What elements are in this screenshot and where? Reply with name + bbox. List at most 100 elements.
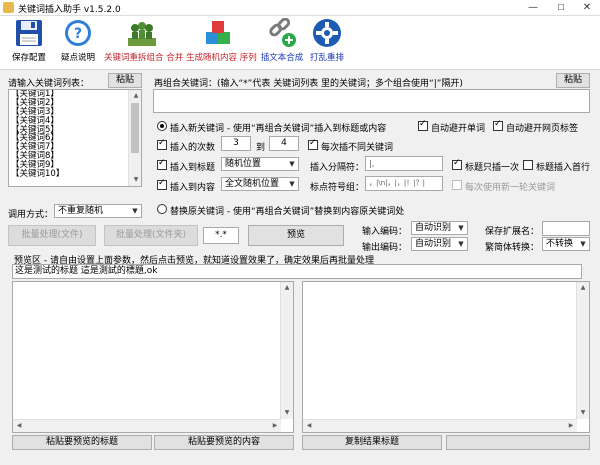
save-ext-input[interactable] [542,221,590,236]
title-first-label: 标题插入首行 [536,163,591,173]
scroll-up-icon[interactable]: ▲ [129,90,141,102]
call-mode-value: 不重复随机 [58,206,104,216]
insert-content-label: 插入到内容 [170,183,216,193]
insert-mode-label: 插入新关键词 - 使用“再组合关键词”插入到标题或内容 [170,124,387,134]
content-hscrollbar[interactable]: ◀ ▶ [13,419,281,432]
insert-title-label: 插入到标题 [170,163,216,173]
replace-mode-radio[interactable] [157,204,167,214]
save-config-label: 保存配置 [12,53,47,63]
help-label: 疑点说明 [60,53,95,63]
title-bar: 关键词插入助手 v1.5.2.0 — ☐ ✕ [0,0,600,16]
chevron-down-icon: ▼ [577,238,589,250]
preview-button[interactable]: 预览 [248,225,344,246]
scroll-down-icon[interactable]: ▼ [577,407,589,419]
insert-title-checkbox[interactable] [157,158,167,170]
new-round-label: 每次使用新一轮关键词 [465,183,556,193]
scroll-left-icon[interactable]: ◀ [303,420,315,432]
call-mode-select[interactable]: 不重复随机 ▼ [54,204,142,218]
scroll-down-icon[interactable]: ▼ [281,407,293,419]
result-hscrollbar[interactable]: ◀ ▶ [303,419,577,432]
convert-label: 繁简体转换： [485,243,540,253]
save-config-button[interactable]: 保存配置 [12,18,46,63]
save-ext-label: 保存扩展名： [485,227,540,237]
generate-random-button[interactable]: 生成随机内容 序列 [186,18,257,63]
preview-result-output[interactable]: ▲ ▼ ◀ ▶ [302,281,590,433]
new-round-checkbox[interactable] [452,180,462,190]
keywords-scrollbar[interactable]: ▲ ▼ [128,90,141,186]
input-encoding-value: 自动识别 [415,223,452,233]
minimize-button[interactable]: — [519,0,547,16]
shuffle-button[interactable]: 打乱重排 [308,18,346,63]
batch-folder-button[interactable]: 批量处理(文件夹) [104,225,198,246]
content-vscrollbar[interactable]: ▲ ▼ [280,282,293,419]
keywords-paste-button[interactable]: 粘贴 [108,73,142,88]
diff-each-checkbox[interactable] [308,138,318,150]
preview-content-input[interactable]: ▲ ▼ ◀ ▶ [12,281,294,433]
output-encoding-select[interactable]: 自动识别 ▼ [411,237,468,251]
paste-preview-content-button[interactable]: 粘贴要预览的内容 [154,435,294,450]
insert-content-checkbox[interactable] [157,178,167,190]
convert-select[interactable]: 不转换 ▼ [542,237,590,251]
generate-random-label: 生成随机内容 序列 [186,53,257,63]
recombine-merge-label: 关键词重拆组合 合并 [104,53,184,63]
maximize-button[interactable]: ☐ [547,0,575,16]
punct-label: 标点符号组： [310,183,365,193]
separator-input[interactable]: |, [365,156,443,171]
result-vscrollbar[interactable]: ▲ ▼ [576,282,589,419]
auto-avoid-tag-label: 自动避开网页标签 [506,124,579,134]
chain-link-plus-icon [267,17,297,48]
title-once-checkbox[interactable] [452,158,462,170]
input-encoding-select[interactable]: 自动识别 ▼ [411,221,468,235]
count-to-label: 到 [256,143,266,153]
punct-input[interactable]: ，|\n|，|，|！|？| [365,176,443,191]
scroll-thumb[interactable] [131,103,139,153]
auto-avoid-word-label: 自动避开单词 [431,124,486,134]
paste-preview-title-button[interactable]: 粘贴要预览的标题 [12,435,152,450]
shuffle-label: 打乱重排 [309,53,344,63]
output-encoding-label: 输出编码： [362,243,408,253]
count-min-input[interactable]: 3 [221,136,251,151]
insert-text-compose-label: 插文本合成 [260,53,304,63]
call-mode-label: 调用方式： [8,210,54,220]
auto-avoid-tag-checkbox[interactable] [493,119,503,131]
insert-mode-radio[interactable] [157,121,167,131]
help-button[interactable]: ? 疑点说明 [60,18,96,63]
scroll-right-icon[interactable]: ▶ [565,420,577,432]
copy-result-title-button[interactable]: 复制结果标题 [302,435,442,450]
scroll-up-icon[interactable]: ▲ [577,282,589,294]
scroll-down-icon[interactable]: ▼ [129,174,141,186]
window-title: 关键词插入助手 v1.5.2.0 [18,5,121,15]
help-question-icon: ? [63,18,93,48]
recombine-label: 再组合关键词：(输入“*”代表 关键词列表 里的关键词；多个组合使用“|”隔开) [154,79,463,89]
auto-avoid-word-checkbox[interactable] [418,119,428,131]
title-first-checkbox[interactable] [523,160,533,170]
color-cubes-icon [204,18,234,48]
content-position-value: 全文随机位置 [225,179,280,189]
recombine-paste-button[interactable]: 粘贴 [556,73,590,88]
keywords-textarea[interactable]: 【关键词1】 【关键词2】 【关键词3】 【关键词4】 【关键词5】 【关键词6… [8,89,142,187]
title-once-label: 标题只插一次 [465,163,520,173]
insert-text-compose-button[interactable]: 插文本合成 [258,17,306,63]
copy-result-content-button[interactable] [446,435,590,450]
recombine-input[interactable] [153,89,590,113]
scroll-up-icon[interactable]: ▲ [281,282,293,294]
scroll-left-icon[interactable]: ◀ [13,420,25,432]
count-max-input[interactable]: 4 [269,136,299,151]
floppy-disk-icon [14,18,44,48]
output-encoding-value: 自动识别 [415,239,452,249]
input-encoding-label: 输入编码： [362,227,408,237]
people-group-icon [127,18,157,48]
svg-text:?: ? [74,26,82,42]
insert-count-label: 插入的次数 [170,143,216,153]
close-button[interactable]: ✕ [573,0,600,16]
content-position-select[interactable]: 全文随机位置 ▼ [221,177,299,191]
title-position-select[interactable]: 随机位置 ▼ [221,157,299,171]
insert-count-checkbox[interactable] [157,138,167,150]
chevron-down-icon: ▼ [286,178,298,190]
file-ext-input[interactable]: *.* [203,227,239,244]
preview-title-input[interactable]: 这是测试的标题 這是測試的標題,ok [12,264,582,279]
scroll-right-icon[interactable]: ▶ [269,420,281,432]
replace-mode-label: 替换原关键词 - 使用“再组合关键词”替换到内容原关键词处 [170,207,405,217]
recombine-merge-button[interactable]: 关键词重拆组合 合并 [104,18,184,63]
batch-file-button[interactable]: 批量处理(文件) [8,225,96,246]
